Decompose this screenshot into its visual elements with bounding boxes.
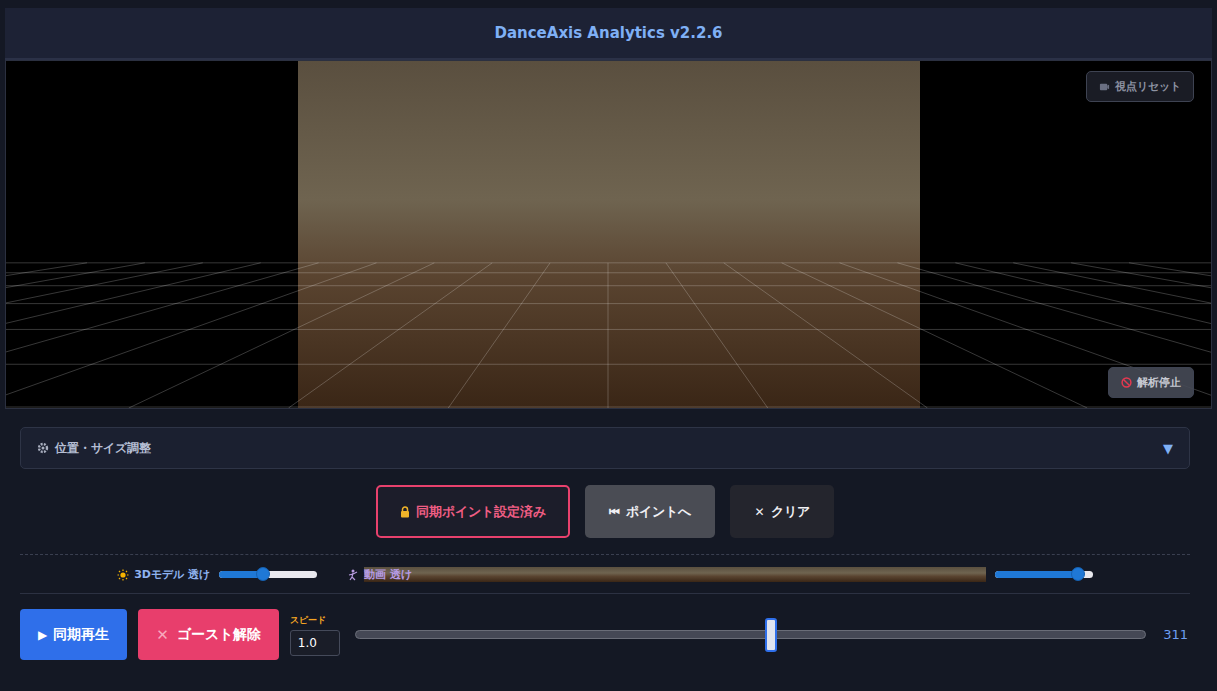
analysis-stop-button[interactable]: 解析停止 bbox=[1108, 367, 1194, 398]
speed-label: スピード bbox=[290, 614, 340, 627]
play-icon: ▶ bbox=[38, 628, 47, 642]
sync-button[interactable]: ✕ クリア bbox=[730, 485, 833, 538]
ghost-toggle-button[interactable]: ✕ ゴースト解除 bbox=[138, 609, 279, 660]
slider-knob[interactable] bbox=[256, 567, 270, 581]
opacity-sliders: 3Dモデル 透け 動画 透け bbox=[20, 567, 1190, 582]
floor-grid bbox=[6, 61, 1211, 408]
slider-fill bbox=[995, 571, 1078, 578]
view-reset-button[interactable]: 視点リセット bbox=[1086, 71, 1194, 102]
lock-icon bbox=[400, 506, 410, 518]
playback-bar: ▶ 同期再生 ✕ ゴースト解除 スピード 1.0 311 bbox=[20, 609, 1190, 660]
ghost-toggle-label: ゴースト解除 bbox=[177, 626, 261, 644]
controls: 位置・サイズ調整 ▼ 同期ポイント設定済み ⏮ ポイントへ ✕ クリア 3Dモデ… bbox=[5, 427, 1212, 660]
app-title: DanceAxis Analytics v2.2.6 bbox=[494, 24, 722, 42]
sync-button-label: クリア bbox=[771, 503, 810, 521]
dancer-icon bbox=[347, 569, 359, 581]
viewport[interactable]: 視点リセット 解析停止 bbox=[5, 60, 1212, 409]
frame-reading: 311 bbox=[1163, 627, 1190, 642]
app-header: DanceAxis Analytics v2.2.6 bbox=[5, 8, 1212, 60]
camera-icon bbox=[1099, 81, 1110, 92]
sync-button-label: 同期ポイント設定済み bbox=[416, 503, 546, 521]
app: DanceAxis Analytics v2.2.6 視点リセット 解析停止 位… bbox=[0, 0, 1217, 691]
separator bbox=[20, 593, 1190, 594]
opacity-slider-label: 動画 透け bbox=[364, 567, 986, 582]
panel-toggle-icon[interactable]: ▼ bbox=[1163, 441, 1173, 456]
sync-button[interactable]: 同期ポイント設定済み bbox=[376, 485, 570, 538]
sync-buttons: 同期ポイント設定済み ⏮ ポイントへ ✕ クリア bbox=[20, 485, 1190, 538]
button-icon: ⏮ bbox=[609, 505, 620, 519]
sync-play-button[interactable]: ▶ 同期再生 bbox=[20, 609, 127, 660]
close-icon: ✕ bbox=[156, 626, 169, 644]
opacity-slider-label: 3Dモデル 透け bbox=[134, 567, 210, 582]
sync-play-label: 同期再生 bbox=[53, 626, 109, 644]
analysis-stop-label: 解析停止 bbox=[1137, 375, 1181, 390]
opacity-slider[interactable] bbox=[219, 571, 317, 578]
timeline-slider[interactable] bbox=[355, 618, 1146, 652]
opacity-slider[interactable] bbox=[995, 571, 1093, 578]
timeline-knob[interactable] bbox=[765, 618, 777, 652]
position-size-panel[interactable]: 位置・サイズ調整 ▼ bbox=[20, 427, 1190, 469]
sync-button[interactable]: ⏮ ポイントへ bbox=[585, 485, 715, 538]
view-reset-label: 視点リセット bbox=[1115, 79, 1181, 94]
gear-icon bbox=[37, 442, 49, 454]
speed-control: スピード 1.0 bbox=[290, 614, 340, 656]
sun-icon bbox=[117, 569, 129, 581]
separator bbox=[20, 554, 1190, 555]
opacity-slider-group: 3Dモデル 透け bbox=[117, 567, 317, 582]
button-icon: ✕ bbox=[754, 505, 764, 519]
stop-icon bbox=[1121, 377, 1132, 388]
opacity-slider-group: 動画 透け bbox=[347, 567, 1093, 582]
panel-label: 位置・サイズ調整 bbox=[55, 440, 151, 457]
timeline-track bbox=[355, 630, 1146, 639]
speed-input[interactable]: 1.0 bbox=[290, 630, 340, 656]
sync-button-label: ポイントへ bbox=[626, 503, 691, 521]
slider-knob[interactable] bbox=[1071, 567, 1085, 581]
